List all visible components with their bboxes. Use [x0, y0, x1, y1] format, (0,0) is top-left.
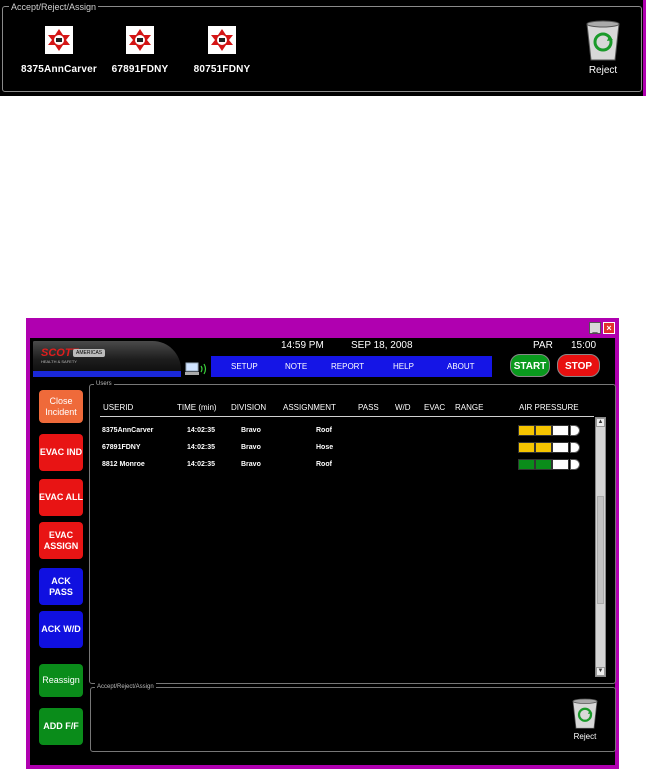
- air-segment: [552, 442, 569, 453]
- unit-id-label: 80751FDNY: [193, 64, 251, 75]
- col-time: TIME (min): [177, 403, 217, 412]
- recycle-bin-icon: [586, 20, 620, 61]
- firefighter-badge-icon: [45, 26, 73, 54]
- evac-assign-button[interactable]: EVAC ASSIGN: [39, 522, 83, 559]
- col-assignment: ASSIGNMENT: [283, 403, 336, 412]
- scott-logo: SCOTT AMERICAS HEALTH & SAFETY: [33, 341, 181, 371]
- scroll-down-arrow[interactable]: ▼: [596, 667, 605, 676]
- air-segment: [518, 425, 535, 436]
- ack-pass-button[interactable]: ACK PASS: [39, 568, 83, 605]
- cell-assignment: Hose: [316, 444, 334, 451]
- cell-assignment: Roof: [316, 461, 332, 468]
- reject-label: Reject: [588, 65, 618, 76]
- users-scrollbar[interactable]: ▲ ▼: [595, 417, 606, 677]
- clock-date: SEP 18, 2008: [351, 340, 413, 351]
- cell-userid: 8375AnnCarver: [102, 427, 154, 434]
- logo-underline: [33, 371, 181, 377]
- scroll-thumb[interactable]: [597, 496, 604, 604]
- stop-button[interactable]: STOP: [557, 354, 600, 377]
- reject-drop-target[interactable]: Reject: [565, 698, 605, 741]
- users-legend: Users: [94, 380, 114, 388]
- cell-time: 14:02:35: [187, 444, 216, 451]
- recycle-bin-icon: [572, 698, 598, 729]
- accept-reject-assign-panel-top: Accept/Reject/Assign 8375AnnCarver 67891…: [0, 0, 646, 96]
- unit-id-label: 67891FDNY: [111, 64, 169, 75]
- air-segment: [552, 459, 569, 470]
- reassign-button[interactable]: Reassign: [39, 664, 83, 697]
- col-userid: USERID: [103, 403, 134, 412]
- ack-wd-button[interactable]: ACK W/D: [39, 611, 83, 648]
- reject-drop-target-top[interactable]: Reject: [578, 20, 628, 76]
- window-edge: [643, 0, 646, 96]
- nav-bar: SETUP NOTE REPORT HELP ABOUT: [211, 356, 492, 377]
- evac-ind-button[interactable]: EVAC IND: [39, 434, 83, 471]
- air-segment: [518, 459, 535, 470]
- users-panel: Users USERID TIME (min) DIVISION ASSIGNM…: [89, 380, 616, 684]
- nav-about[interactable]: ABOUT: [447, 362, 475, 371]
- air-segment: [535, 442, 552, 453]
- col-pass: PASS: [358, 403, 379, 412]
- cell-time: 14:02:35: [187, 461, 216, 468]
- par-label: PAR: [533, 340, 553, 351]
- air-cylinder-tip: [570, 442, 580, 453]
- close-incident-button[interactable]: Close Incident: [39, 390, 83, 423]
- unit-id-label: 8375AnnCarver: [21, 64, 97, 75]
- clock-time: 14:59 PM: [281, 340, 324, 351]
- cell-division: Bravo: [241, 461, 261, 468]
- minimize-button[interactable]: _: [589, 322, 601, 334]
- cell-division: Bravo: [241, 427, 261, 434]
- logo-sub: HEALTH & SAFETY: [41, 359, 77, 364]
- add-ff-button[interactable]: ADD F/F: [39, 708, 83, 745]
- air-segment: [518, 442, 535, 453]
- incident-window: _ × SCOTT AMERICAS HEALTH & SAFETY 14:59…: [26, 318, 619, 769]
- air-pressure-gauge: [518, 425, 580, 436]
- air-pressure-gauge: [518, 442, 580, 453]
- col-wd: W/D: [395, 403, 411, 412]
- nav-setup[interactable]: SETUP: [231, 362, 258, 371]
- unit-67891FDNY[interactable]: 67891FDNY: [95, 26, 185, 75]
- cell-userid: 67891FDNY: [102, 444, 141, 451]
- window-content: SCOTT AMERICAS HEALTH & SAFETY 14:59 PM …: [30, 338, 616, 765]
- col-evac: EVAC: [424, 403, 446, 412]
- close-window-button[interactable]: ×: [603, 322, 615, 334]
- firefighter-badge-icon: [126, 26, 154, 54]
- start-button[interactable]: START: [510, 354, 550, 377]
- col-division: DIVISION: [231, 403, 267, 412]
- air-segment: [552, 425, 569, 436]
- col-range: RANGE: [455, 403, 484, 412]
- air-cylinder-tip: [570, 459, 580, 470]
- cell-division: Bravo: [241, 444, 261, 451]
- nav-report[interactable]: REPORT: [331, 362, 364, 371]
- header-divider: [100, 416, 594, 417]
- unit-80751FDNY[interactable]: 80751FDNY: [177, 26, 267, 75]
- cell-userid: 8812 Monroe: [102, 461, 145, 468]
- air-segment: [535, 425, 552, 436]
- unit-8375AnnCarver[interactable]: 8375AnnCarver: [14, 26, 104, 75]
- evac-all-button[interactable]: EVAC ALL: [39, 479, 83, 516]
- air-pressure-gauge: [518, 459, 580, 470]
- air-segment: [535, 459, 552, 470]
- par-time: 15:00: [571, 340, 597, 351]
- col-air-pressure: AIR PRESSURE: [519, 403, 579, 412]
- computer-signal-icon[interactable]: [185, 362, 209, 376]
- scroll-up-arrow[interactable]: ▲: [596, 418, 605, 427]
- fieldset-legend: Accept/Reject/Assign: [9, 2, 99, 12]
- logo-tag: AMERICAS: [73, 349, 106, 357]
- cell-assignment: Roof: [316, 427, 332, 434]
- nav-note[interactable]: NOTE: [285, 362, 307, 371]
- firefighter-badge-icon: [208, 26, 236, 54]
- nav-help[interactable]: HELP: [393, 362, 414, 371]
- accept-reject-assign-panel: Accept/Reject/Assign: [90, 683, 616, 752]
- reject-label: Reject: [573, 732, 597, 741]
- assign-legend: Accept/Reject/Assign: [95, 683, 156, 691]
- air-cylinder-tip: [570, 425, 580, 436]
- cell-time: 14:02:35: [187, 427, 216, 434]
